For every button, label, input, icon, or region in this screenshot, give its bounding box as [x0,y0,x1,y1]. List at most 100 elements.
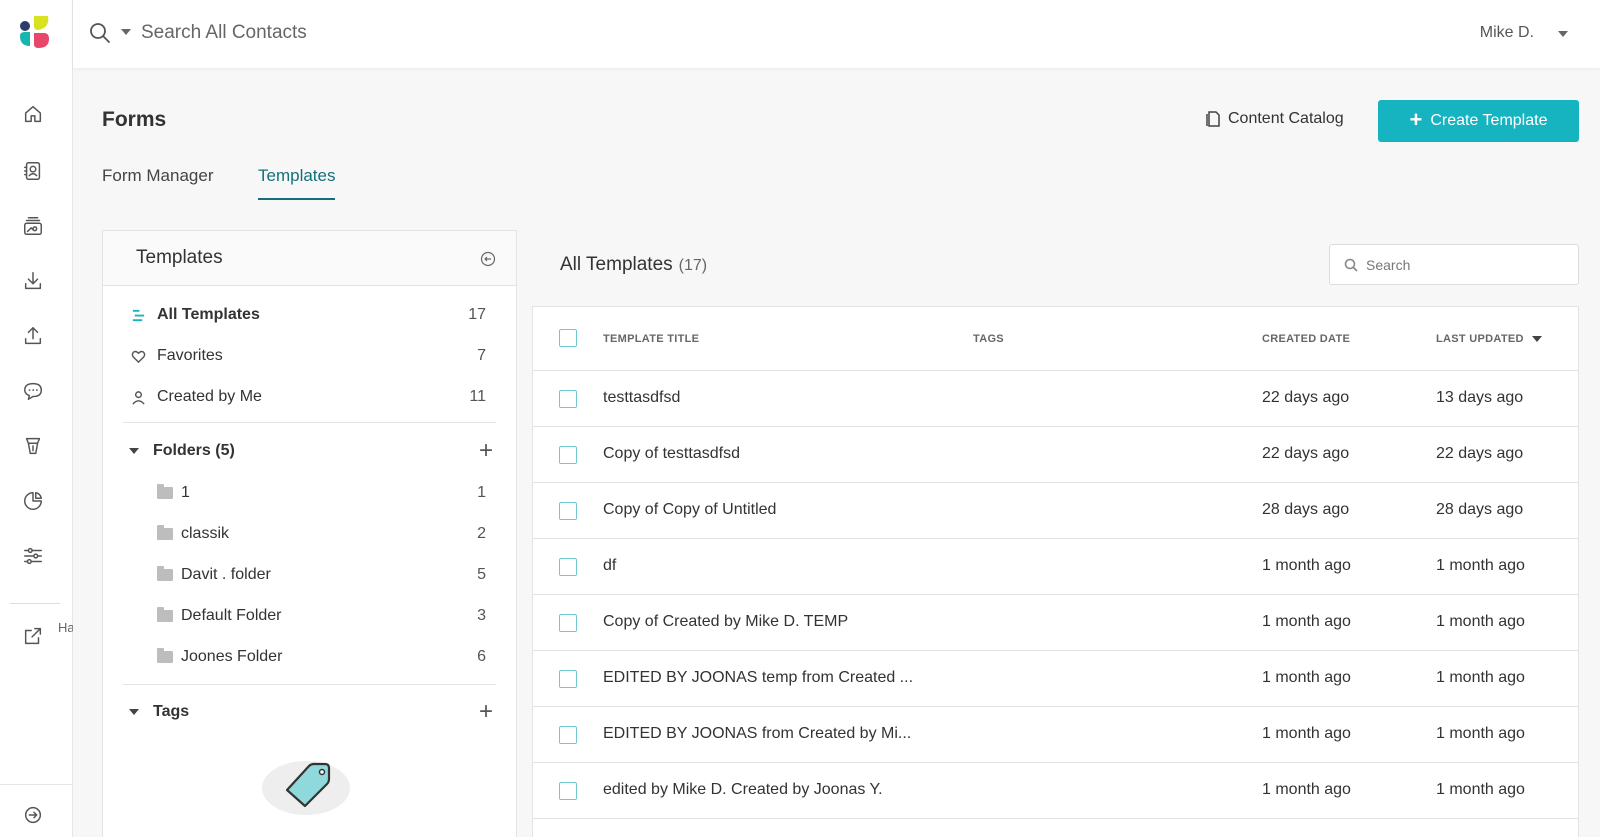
row-title[interactable]: Copy of Created by Mike D. TEMP [603,613,848,631]
content-catalog-link[interactable]: Content Catalog [1206,110,1344,128]
heart-icon [127,348,149,364]
row-created: 28 days ago [1262,501,1350,518]
content-icon[interactable] [20,433,46,459]
tab-form-manager[interactable]: Form Manager [102,166,213,198]
sidebar-item-count: 7 [477,347,486,364]
sidebar-item-count: 17 [468,306,486,323]
row-checkbox[interactable] [559,726,577,744]
folder-icon [157,607,173,622]
row-checkbox[interactable] [559,614,577,632]
folder-icon [157,484,173,499]
folder-item[interactable]: Davit . folder 5 [157,561,486,589]
row-checkbox[interactable] [559,670,577,688]
select-all-checkbox[interactable] [559,329,577,347]
row-created: 1 month ago [1262,781,1351,798]
sidebar-item-created-by-me[interactable]: Created by Me 11 [127,383,486,411]
folder-count: 5 [477,566,486,583]
create-template-button[interactable]: + Create Template [1378,100,1579,142]
search-scope-dropdown[interactable] [121,29,131,35]
folder-label: Davit . folder [181,566,271,583]
list-title: All Templates (17) [560,254,707,276]
row-title[interactable]: Copy of Copy of Untitled [603,501,776,519]
sidebar-divider [123,422,496,423]
sidebar-item-favorites[interactable]: Favorites 7 [127,342,486,370]
folder-item[interactable]: Default Folder 3 [157,602,486,630]
sidebar-header: Templates [103,231,516,286]
sidebar-item-all-templates[interactable]: All Templates 17 [127,301,486,329]
content-catalog-label: Content Catalog [1228,110,1344,127]
row-updated: 1 month ago [1436,725,1525,742]
folder-count: 1 [477,484,486,501]
search-icon [1344,258,1358,272]
table-row[interactable]: Copy of testtasdfsd 22 days ago 22 days … [533,427,1578,483]
row-created: 1 month ago [1262,613,1351,630]
column-header-tags[interactable]: TAGS [973,333,1004,345]
collapse-icon[interactable] [480,251,496,267]
folders-label: Folders (5) [153,442,235,459]
chevron-down-icon[interactable] [1558,31,1568,37]
column-header-title[interactable]: TEMPLATE TITLE [603,333,699,345]
row-title[interactable]: EDITED BY JOONAS temp from Created ... [603,669,913,687]
user-menu[interactable]: Mike D. [1480,24,1534,42]
tags-label: Tags [153,703,190,720]
row-title[interactable]: df [603,557,616,575]
row-created: 1 month ago [1262,557,1351,574]
row-checkbox[interactable] [559,558,577,576]
template-search-input[interactable]: Search [1329,244,1579,285]
row-created: 1 month ago [1262,725,1351,742]
folder-icon [157,566,173,581]
sort-desc-icon [1531,336,1542,343]
folder-item[interactable]: Joones Folder 6 [157,643,486,671]
row-created: 22 days ago [1262,389,1350,406]
row-title[interactable]: Copy of testtasdfsd [603,445,740,463]
row-title[interactable]: EDITED BY JOONAS from Created by Mi... [603,725,911,743]
upload-icon[interactable] [20,323,46,349]
tab-templates[interactable]: Templates [258,166,336,200]
row-updated: 1 month ago [1436,613,1525,630]
table-row[interactable]: Copy of Copy of Untitled 28 days ago 28 … [533,483,1578,539]
download-icon[interactable] [20,268,46,294]
row-checkbox[interactable] [559,782,577,800]
row-checkbox[interactable] [559,390,577,408]
campaigns-icon[interactable] [20,213,46,239]
column-header-updated[interactable]: LAST UPDATED [1436,333,1542,345]
row-updated: 13 days ago [1436,389,1524,406]
folders-section-header[interactable]: Folders (5) + [127,437,496,465]
table-row[interactable]: df 1 month ago 1 month ago [533,539,1578,595]
folder-item[interactable]: 1 1 [157,479,486,507]
table-row[interactable]: testtasdfsd 22 days ago 13 days ago [533,371,1578,427]
folder-item[interactable]: classik 2 [157,520,486,548]
global-search-input[interactable]: Search All Contacts [141,22,307,44]
chat-icon[interactable] [20,378,46,404]
sidebar-title: Templates [136,247,223,268]
help-label[interactable]: Ha Da [58,620,73,636]
row-checkbox[interactable] [559,502,577,520]
folder-icon [157,525,173,540]
add-folder-button[interactable]: + [476,437,496,465]
table-row[interactable]: Copy of Created by Mike D. TEMP 1 month … [533,595,1578,651]
tags-section-header[interactable]: Tags + [127,698,496,726]
table-row[interactable]: edited by Mike D. Created by Joonas Y. 1… [533,763,1578,819]
table-row[interactable]: EDITED BY JOONAS temp from Created ... 1… [533,651,1578,707]
search-placeholder: Search [1366,256,1411,273]
home-icon[interactable] [20,101,46,127]
settings-icon[interactable] [20,543,46,569]
document-icon [1206,111,1220,127]
column-header-created[interactable]: CREATED DATE [1262,333,1350,345]
search-icon[interactable] [89,22,111,44]
folder-label: 1 [181,484,190,501]
expand-icon[interactable] [20,802,46,828]
contacts-icon[interactable] [20,158,46,184]
row-title[interactable]: testtasdfsd [603,389,680,407]
page-title: Forms [102,108,167,131]
app-logo[interactable] [16,14,52,52]
chevron-down-icon [129,448,139,454]
add-tag-button[interactable]: + [476,698,496,726]
external-link-icon[interactable] [20,623,46,649]
column-header-updated-label: LAST UPDATED [1436,333,1524,345]
row-title[interactable]: edited by Mike D. Created by Joonas Y. [603,781,883,799]
table-row[interactable]: EDITED BY JOONAS from Created by Mi... 1… [533,707,1578,763]
row-updated: 1 month ago [1436,557,1525,574]
reports-icon[interactable] [20,488,46,514]
row-checkbox[interactable] [559,446,577,464]
